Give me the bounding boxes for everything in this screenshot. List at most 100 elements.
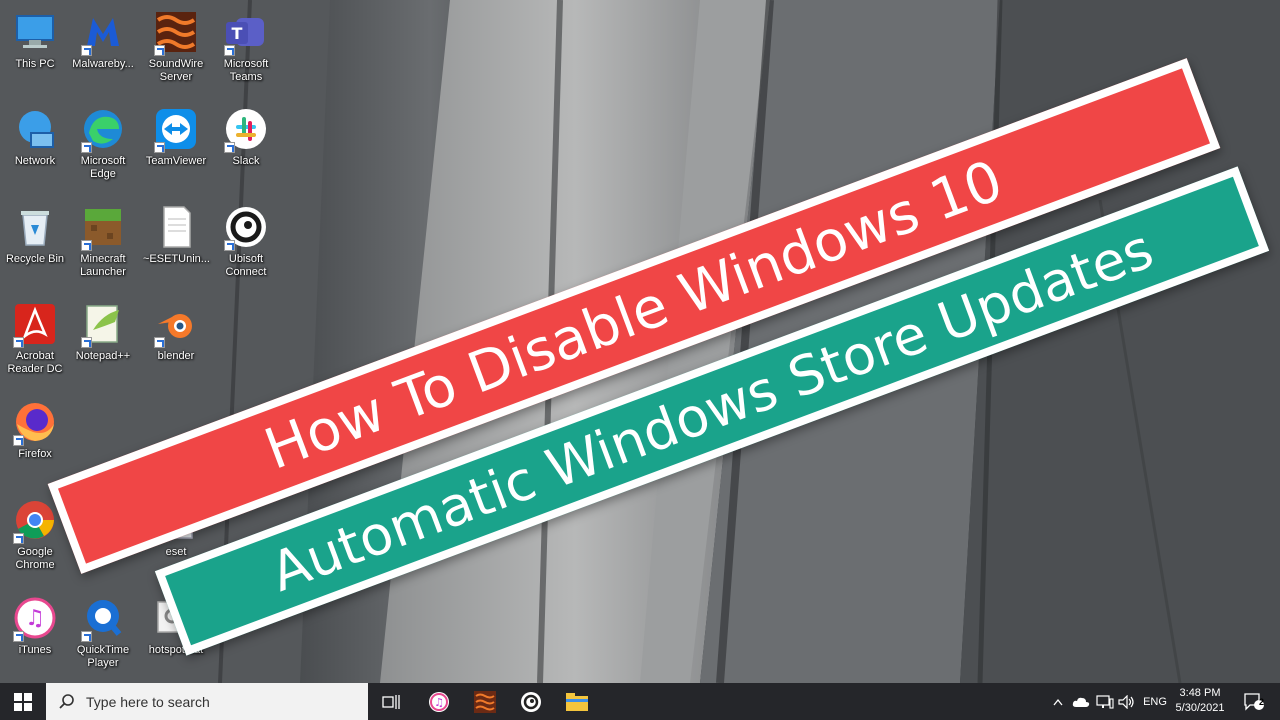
desktop-icon-label: Slack	[232, 155, 260, 167]
action-center-button[interactable]: 2	[1234, 683, 1274, 720]
clock-date: 5/30/2021	[1175, 702, 1225, 714]
shortcut-arrow-icon	[224, 240, 235, 251]
minecraft-icon	[79, 203, 127, 251]
text-file-icon	[152, 203, 200, 251]
soundwire-icon	[152, 8, 200, 56]
shortcut-arrow-icon	[81, 240, 92, 251]
network-icon	[11, 105, 59, 153]
shortcut-arrow-icon	[13, 435, 24, 446]
desktop-icon[interactable]: QuickTime Player	[70, 594, 136, 670]
malwarebytes-icon	[79, 8, 127, 56]
acrobat-icon	[11, 300, 59, 348]
shortcut-arrow-icon	[81, 142, 92, 153]
taskbar-file-explorer[interactable]	[558, 683, 596, 720]
search-icon	[59, 693, 74, 709]
task-view-icon	[382, 694, 400, 709]
taskbar-ubisoft[interactable]	[512, 683, 550, 720]
desktop-icon[interactable]: Notepad++	[70, 300, 136, 363]
desktop-icon[interactable]: ♫ iTunes	[2, 594, 68, 657]
desktop-icon-label: Ubisoft Connect	[225, 253, 267, 278]
shortcut-arrow-icon	[224, 142, 235, 153]
desktop-icon[interactable]: This PC	[2, 8, 68, 71]
desktop-icon-label: Minecraft Launcher	[80, 253, 126, 278]
windows-logo-icon	[14, 692, 32, 711]
ubisoft-icon	[521, 691, 541, 712]
desktop-icon[interactable]: Recycle Bin	[2, 203, 68, 266]
desktop-icon[interactable]: blender	[143, 300, 209, 363]
edge-icon	[79, 105, 127, 153]
shortcut-arrow-icon	[13, 533, 24, 544]
desktop-icon-label: Malwareby...	[72, 58, 134, 70]
desktop-icon-label: This PC	[15, 58, 55, 70]
slack-icon	[222, 105, 270, 153]
speaker-icon	[1118, 694, 1134, 709]
network-icon	[1096, 694, 1114, 709]
desktop-icon-label: Firefox	[18, 448, 52, 460]
svg-text:♫: ♫	[434, 696, 444, 709]
desktop-icon[interactable]: Acrobat Reader DC	[2, 300, 68, 376]
clock-time: 3:48 PM	[1179, 687, 1221, 699]
desktop-icon[interactable]: Malwareby...	[70, 8, 136, 71]
recycle-bin-icon	[11, 203, 59, 251]
svg-text:♫: ♫	[25, 606, 45, 631]
desktop-icon[interactable]: ~ESETUnin...	[143, 203, 210, 266]
start-button[interactable]	[0, 683, 46, 720]
shortcut-arrow-icon	[81, 337, 92, 348]
desktop-icon-label: QuickTime Player	[76, 644, 130, 669]
desktop-icon-label: TeamViewer	[145, 155, 207, 167]
this-pc-icon	[11, 8, 59, 56]
desktop-icon[interactable]: Network	[2, 105, 68, 168]
desktop-icon-label: Acrobat Reader DC	[7, 350, 63, 375]
taskbar-itunes[interactable]: ♫	[420, 683, 458, 720]
shortcut-arrow-icon	[81, 45, 92, 56]
desktop-icon-label: Microsoft Edge	[80, 155, 126, 180]
language-indicator: ENG	[1143, 695, 1167, 708]
volume-button[interactable]	[1116, 683, 1138, 720]
taskbar: Type here to search ♫ ENG 3:48 PM 5/30/2…	[0, 683, 1280, 720]
taskbar-soundwire[interactable]	[466, 683, 504, 720]
desktop-icon[interactable]: Microsoft Edge	[70, 105, 136, 181]
desktop-icon-label: SoundWire Server	[148, 58, 204, 83]
network-tray-button[interactable]	[1094, 683, 1116, 720]
search-placeholder: Type here to search	[86, 693, 210, 710]
firefox-icon	[11, 398, 59, 446]
ubisoft-icon	[222, 203, 270, 251]
chrome-icon	[11, 496, 59, 544]
shortcut-arrow-icon	[154, 142, 165, 153]
desktop-icon-label: Microsoft Teams	[223, 58, 269, 83]
itunes-icon: ♫	[11, 594, 59, 642]
itunes-icon: ♫	[429, 691, 449, 712]
quicktime-icon	[79, 594, 127, 642]
desktop-icon[interactable]: TeamViewer	[143, 105, 209, 168]
shortcut-arrow-icon	[154, 337, 165, 348]
desktop-icon[interactable]: T Microsoft Teams	[213, 8, 279, 84]
desktop-icon[interactable]: Minecraft Launcher	[70, 203, 136, 279]
desktop-icon-label: ~ESETUnin...	[143, 253, 210, 265]
shortcut-arrow-icon	[13, 337, 24, 348]
desktop-icon-label: iTunes	[18, 644, 52, 656]
desktop-icon[interactable]: SoundWire Server	[143, 8, 209, 84]
task-view-button[interactable]	[372, 683, 410, 720]
teamviewer-icon	[152, 105, 200, 153]
blender-icon	[152, 300, 200, 348]
cloud-icon	[1072, 697, 1090, 707]
desktop-icon-label: Network	[14, 155, 56, 167]
search-box[interactable]: Type here to search	[46, 683, 368, 720]
shortcut-arrow-icon	[13, 631, 24, 642]
desktop-icon-label: Google Chrome	[15, 546, 55, 571]
desktop-icon-label: Notepad++	[75, 350, 131, 362]
clock[interactable]: 3:48 PM 5/30/2021	[1166, 686, 1234, 716]
shortcut-arrow-icon	[81, 631, 92, 642]
show-hidden-icons-button[interactable]	[1048, 683, 1068, 720]
desktop-icon[interactable]: Slack	[213, 105, 279, 168]
teams-icon: T	[222, 8, 270, 56]
desktop-icon[interactable]: Firefox	[2, 398, 68, 461]
shortcut-arrow-icon	[224, 45, 235, 56]
soundwire-icon	[474, 690, 496, 713]
desktop-icon-label: Recycle Bin	[5, 253, 65, 265]
notification-count: 2	[1259, 697, 1265, 707]
desktop-icon[interactable]: Ubisoft Connect	[213, 203, 279, 279]
onedrive-button[interactable]	[1070, 683, 1092, 720]
shortcut-arrow-icon	[154, 45, 165, 56]
notepadpp-icon	[79, 300, 127, 348]
